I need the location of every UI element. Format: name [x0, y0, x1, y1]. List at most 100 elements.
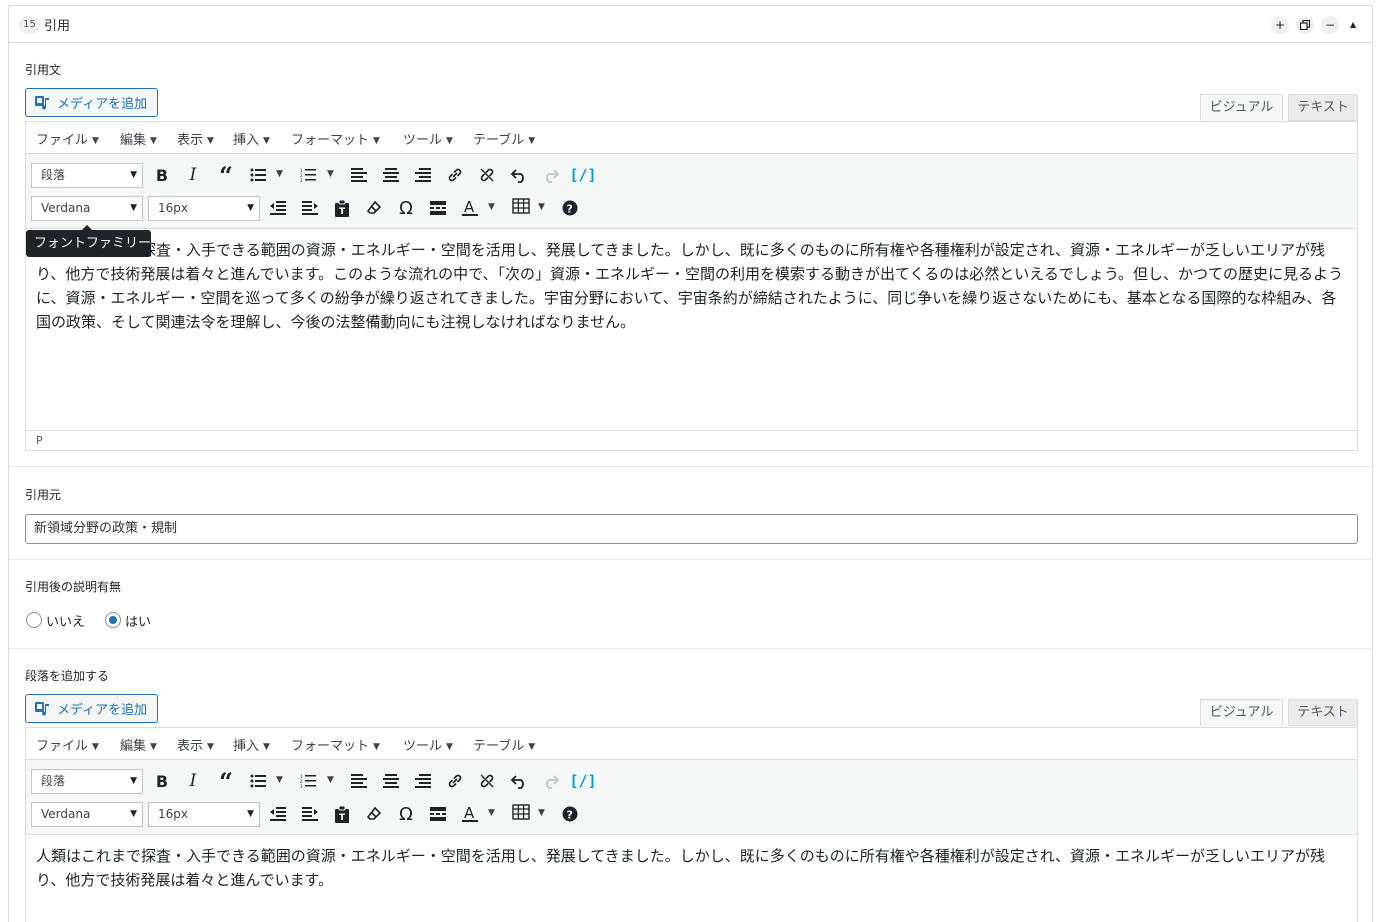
block-number-badge: 15	[19, 16, 40, 34]
menu-insert[interactable]: 挿入 ▼	[233, 129, 270, 148]
menu-tools[interactable]: ツール ▼	[403, 735, 453, 754]
code-shortcode-icon[interactable]: [/]	[569, 164, 596, 186]
format-select[interactable]: 段落 ▼	[31, 163, 143, 188]
read-more-icon[interactable]	[427, 803, 449, 825]
duplicate-icon[interactable]	[1296, 16, 1314, 34]
editor-toolbar: 段落 ▼ B I “ ▼ 123 ▼ [/] Verdana ▼ 16px ▼ T Ω…	[26, 760, 1357, 835]
add-media-label: メディアを追加	[57, 703, 148, 718]
numbered-list-caret[interactable]: ▼	[327, 169, 334, 179]
menu-format[interactable]: フォーマット ▼	[291, 735, 380, 754]
paste-text-icon[interactable]: T	[331, 197, 353, 219]
redo-icon[interactable]	[540, 770, 562, 792]
plus-icon[interactable]: +	[1271, 16, 1289, 34]
text-color-caret[interactable]: ▼	[488, 202, 495, 212]
italic-icon[interactable]: I	[182, 770, 204, 792]
format-select[interactable]: 段落 ▼	[31, 769, 143, 794]
blockquote-icon[interactable]: “	[215, 161, 237, 190]
menu-edit[interactable]: 編集 ▼	[120, 129, 157, 148]
font-size-select[interactable]: 16px ▼	[148, 802, 260, 827]
radio-no[interactable]	[26, 612, 42, 628]
radio-yes[interactable]	[105, 612, 121, 628]
menu-tools[interactable]: ツール ▼	[403, 129, 453, 148]
menu-view[interactable]: 表示 ▼	[177, 129, 214, 148]
menu-table[interactable]: テーブル ▼	[473, 129, 535, 148]
text-color-caret[interactable]: ▼	[488, 808, 495, 818]
svg-text:?: ?	[567, 203, 573, 216]
unlink-icon[interactable]	[476, 770, 498, 792]
editor-menubar: ファイル ▼ 編集 ▼ 表示 ▼ 挿入 ▼ フォーマット ▼ ツール ▼ テーブル ▼	[26, 122, 1357, 154]
bullet-list-icon[interactable]	[247, 770, 269, 792]
help-icon[interactable]: ?	[559, 803, 581, 825]
font-family-select[interactable]: Verdana ▼	[31, 802, 143, 827]
add-media-button[interactable]: メディアを追加	[25, 88, 158, 117]
menu-file[interactable]: ファイル ▼	[36, 735, 99, 754]
unlink-icon[interactable]	[476, 164, 498, 186]
font-family-tooltip: フォントファミリー	[26, 225, 151, 257]
special-character-icon[interactable]: Ω	[395, 803, 417, 825]
indent-icon[interactable]	[299, 803, 321, 825]
clear-formatting-icon[interactable]	[363, 803, 385, 825]
table-caret[interactable]: ▼	[538, 202, 545, 212]
radio-yes-label[interactable]: はい	[125, 611, 151, 630]
menu-view[interactable]: 表示 ▼	[177, 735, 214, 754]
add-media-button-2[interactable]: メディアを追加	[25, 694, 158, 723]
media-icon	[35, 95, 49, 110]
numbered-list-caret[interactable]: ▼	[327, 775, 334, 785]
outdent-icon[interactable]	[267, 197, 289, 219]
undo-icon[interactable]	[508, 770, 530, 792]
tab-visual[interactable]: ビジュアル	[1200, 94, 1283, 121]
table-icon[interactable]	[510, 195, 532, 217]
read-more-icon[interactable]	[427, 197, 449, 219]
tab-visual-2[interactable]: ビジュアル	[1200, 699, 1283, 726]
text-color-icon[interactable]: A	[459, 197, 481, 219]
align-right-icon[interactable]	[412, 164, 434, 186]
quote-content[interactable]: 人類はこれまで探査・入手できる範囲の資源・エネルギー・空間を活用し、発展してきま…	[26, 238, 1357, 334]
clear-formatting-icon[interactable]	[363, 197, 385, 219]
menu-file[interactable]: ファイル ▼	[36, 129, 99, 148]
caret-up-icon[interactable]: ▲	[1350, 16, 1356, 34]
bold-icon[interactable]: B	[151, 770, 173, 792]
redo-icon[interactable]	[540, 164, 562, 186]
radio-no-label[interactable]: いいえ	[46, 611, 85, 630]
menu-format[interactable]: フォーマット ▼	[291, 129, 380, 148]
minus-icon[interactable]: −	[1321, 16, 1339, 34]
bullet-list-caret[interactable]: ▼	[276, 775, 283, 785]
menu-insert[interactable]: 挿入 ▼	[233, 735, 270, 754]
table-caret[interactable]: ▼	[538, 808, 545, 818]
menu-edit[interactable]: 編集 ▼	[120, 735, 157, 754]
special-character-icon[interactable]: Ω	[395, 197, 417, 219]
numbered-list-icon[interactable]: 123	[297, 164, 319, 186]
italic-icon[interactable]: I	[182, 164, 204, 186]
paragraph-content[interactable]: 人類はこれまで探査・入手できる範囲の資源・エネルギー・空間を活用し、発展してきま…	[26, 844, 1357, 892]
undo-icon[interactable]	[508, 164, 530, 186]
code-shortcode-icon[interactable]: [/]	[569, 770, 596, 792]
bullet-list-icon[interactable]	[247, 164, 269, 186]
align-center-icon[interactable]	[380, 770, 402, 792]
paste-text-icon[interactable]: T	[331, 803, 353, 825]
block-header: 15 引用 + − ▲	[9, 6, 1372, 43]
link-icon[interactable]	[444, 770, 466, 792]
menu-table[interactable]: テーブル ▼	[473, 735, 535, 754]
help-icon[interactable]: ?	[559, 197, 581, 219]
indent-icon[interactable]	[299, 197, 321, 219]
font-family-select[interactable]: Verdana ▼	[31, 196, 143, 221]
numbered-list-icon[interactable]: 123	[297, 770, 319, 792]
tab-text-2[interactable]: テキスト	[1288, 699, 1358, 726]
divider	[9, 559, 1372, 560]
link-icon[interactable]	[444, 164, 466, 186]
outdent-icon[interactable]	[267, 803, 289, 825]
table-icon[interactable]	[510, 801, 532, 823]
blockquote-icon[interactable]: “	[215, 767, 237, 796]
font-size-select[interactable]: 16px ▼	[148, 196, 260, 221]
tab-text[interactable]: テキスト	[1288, 94, 1358, 121]
align-left-icon[interactable]	[348, 164, 370, 186]
bold-icon[interactable]: B	[151, 164, 173, 186]
quote-editor: ファイル ▼ 編集 ▼ 表示 ▼ 挿入 ▼ フォーマット ▼ ツール ▼ テーブル ▼ 段落 ▼…	[25, 121, 1358, 451]
align-left-icon[interactable]	[348, 770, 370, 792]
align-right-icon[interactable]	[412, 770, 434, 792]
svg-text:A: A	[464, 199, 475, 216]
text-color-icon[interactable]: A	[459, 803, 481, 825]
align-center-icon[interactable]	[380, 164, 402, 186]
bullet-list-caret[interactable]: ▼	[276, 169, 283, 179]
source-input[interactable]: 新領域分野の政策・規制	[25, 514, 1358, 544]
